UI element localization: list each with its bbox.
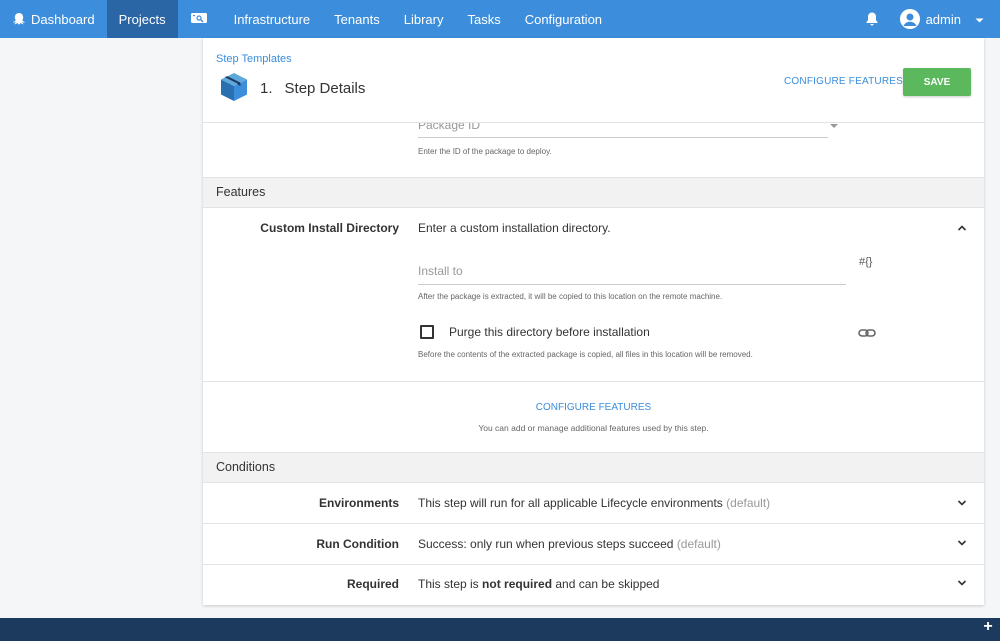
nav-tenants[interactable]: Tenants	[322, 0, 392, 38]
required-text-pre: This step is	[418, 577, 483, 591]
chevron-down-icon[interactable]	[956, 496, 968, 508]
package-icon	[218, 71, 250, 103]
features-section-heading: Features	[203, 177, 984, 208]
chevron-down-icon	[975, 12, 984, 27]
package-id-help: Enter the ID of the package to deploy.	[418, 147, 552, 156]
search-machine-icon	[190, 11, 210, 28]
page-title: 1. Step Details	[260, 80, 365, 97]
required-label: Required	[346, 577, 399, 591]
required-text-bold: not required	[482, 577, 553, 591]
required-text-post: and can be skipped	[552, 577, 660, 591]
chevron-up-icon[interactable]	[956, 221, 968, 233]
chevron-down-icon[interactable]	[830, 124, 838, 128]
required-summary: This step is not required and can be ski…	[418, 577, 659, 591]
divider	[203, 381, 984, 382]
bottom-bar	[0, 618, 1000, 641]
run-condition-summary: Success: only run when previous steps su…	[418, 537, 721, 551]
nav-tasks[interactable]: Tasks	[455, 0, 512, 38]
install-to-input[interactable]	[418, 259, 846, 283]
run-condition-label: Run Condition	[316, 537, 399, 551]
purge-help: Before the contents of the extracted pac…	[418, 350, 753, 359]
environments-label: Environments	[318, 496, 399, 510]
purge-checkbox[interactable]	[420, 325, 434, 339]
variable-insert-button[interactable]: #{}	[859, 256, 872, 268]
custom-install-summary: Enter a custom installation directory.	[418, 221, 611, 235]
plus-icon[interactable]: +	[981, 619, 995, 635]
environments-default: (default)	[726, 496, 771, 510]
divider	[203, 564, 984, 565]
bell-icon[interactable]	[852, 0, 892, 38]
avatar	[899, 9, 920, 29]
nav-tasks-label: Tasks	[467, 11, 501, 27]
step-editor-card: Step Templates 1. Step Details CONFIGURE …	[203, 38, 984, 605]
configure-features-help: You can add or manage additional feature…	[478, 423, 709, 433]
purge-checkbox-label: Purge this directory before installation	[449, 325, 650, 339]
nav-infrastructure[interactable]: Infrastructure	[222, 0, 323, 38]
run-condition-text: Success: only run when previous steps su…	[418, 537, 674, 551]
top-navigation: Dashboard Projects Infrastructure Tenant…	[0, 0, 1000, 38]
run-condition-default: (default)	[676, 537, 721, 551]
nav-machines[interactable]	[178, 0, 222, 38]
nav-configuration[interactable]: Configuration	[513, 0, 614, 38]
custom-install-label: Custom Install Directory	[260, 221, 399, 235]
link-icon[interactable]	[858, 326, 876, 338]
install-to-field[interactable]	[418, 259, 846, 285]
nav-library[interactable]: Library	[392, 0, 456, 38]
nav-projects-label: Projects	[118, 11, 166, 27]
chevron-down-icon[interactable]	[956, 576, 968, 588]
chevron-down-icon[interactable]	[956, 536, 968, 548]
user-name: admin	[925, 11, 961, 27]
nav-infrastructure-label: Infrastructure	[233, 11, 311, 27]
step-number: 1.	[260, 80, 273, 97]
user-menu[interactable]: admin	[892, 0, 1000, 38]
install-to-help: After the package is extracted, it will …	[418, 292, 723, 301]
nav-configuration-label: Configuration	[524, 11, 603, 27]
environments-text: This step will run for all applicable Li…	[418, 496, 723, 510]
octopus-icon	[12, 12, 26, 26]
step-title-text: Step Details	[284, 80, 366, 97]
conditions-section-heading: Conditions	[203, 452, 984, 483]
nav-dashboard-label: Dashboard	[31, 11, 95, 27]
configure-features-link[interactable]: CONFIGURE FEATURES	[784, 76, 903, 87]
environments-summary: This step will run for all applicable Li…	[418, 496, 770, 510]
save-button[interactable]: SAVE	[903, 68, 971, 96]
divider	[203, 523, 984, 524]
nav-projects[interactable]: Projects	[106, 0, 178, 38]
breadcrumb[interactable]: Step Templates	[216, 53, 292, 65]
configure-features-center-link[interactable]: CONFIGURE FEATURES	[203, 402, 984, 413]
step-header: Step Templates 1. Step Details CONFIGURE …	[203, 38, 984, 123]
nav-library-label: Library	[403, 11, 444, 27]
nav-tenants-label: Tenants	[334, 11, 380, 27]
nav-dashboard[interactable]: Dashboard	[0, 0, 107, 38]
